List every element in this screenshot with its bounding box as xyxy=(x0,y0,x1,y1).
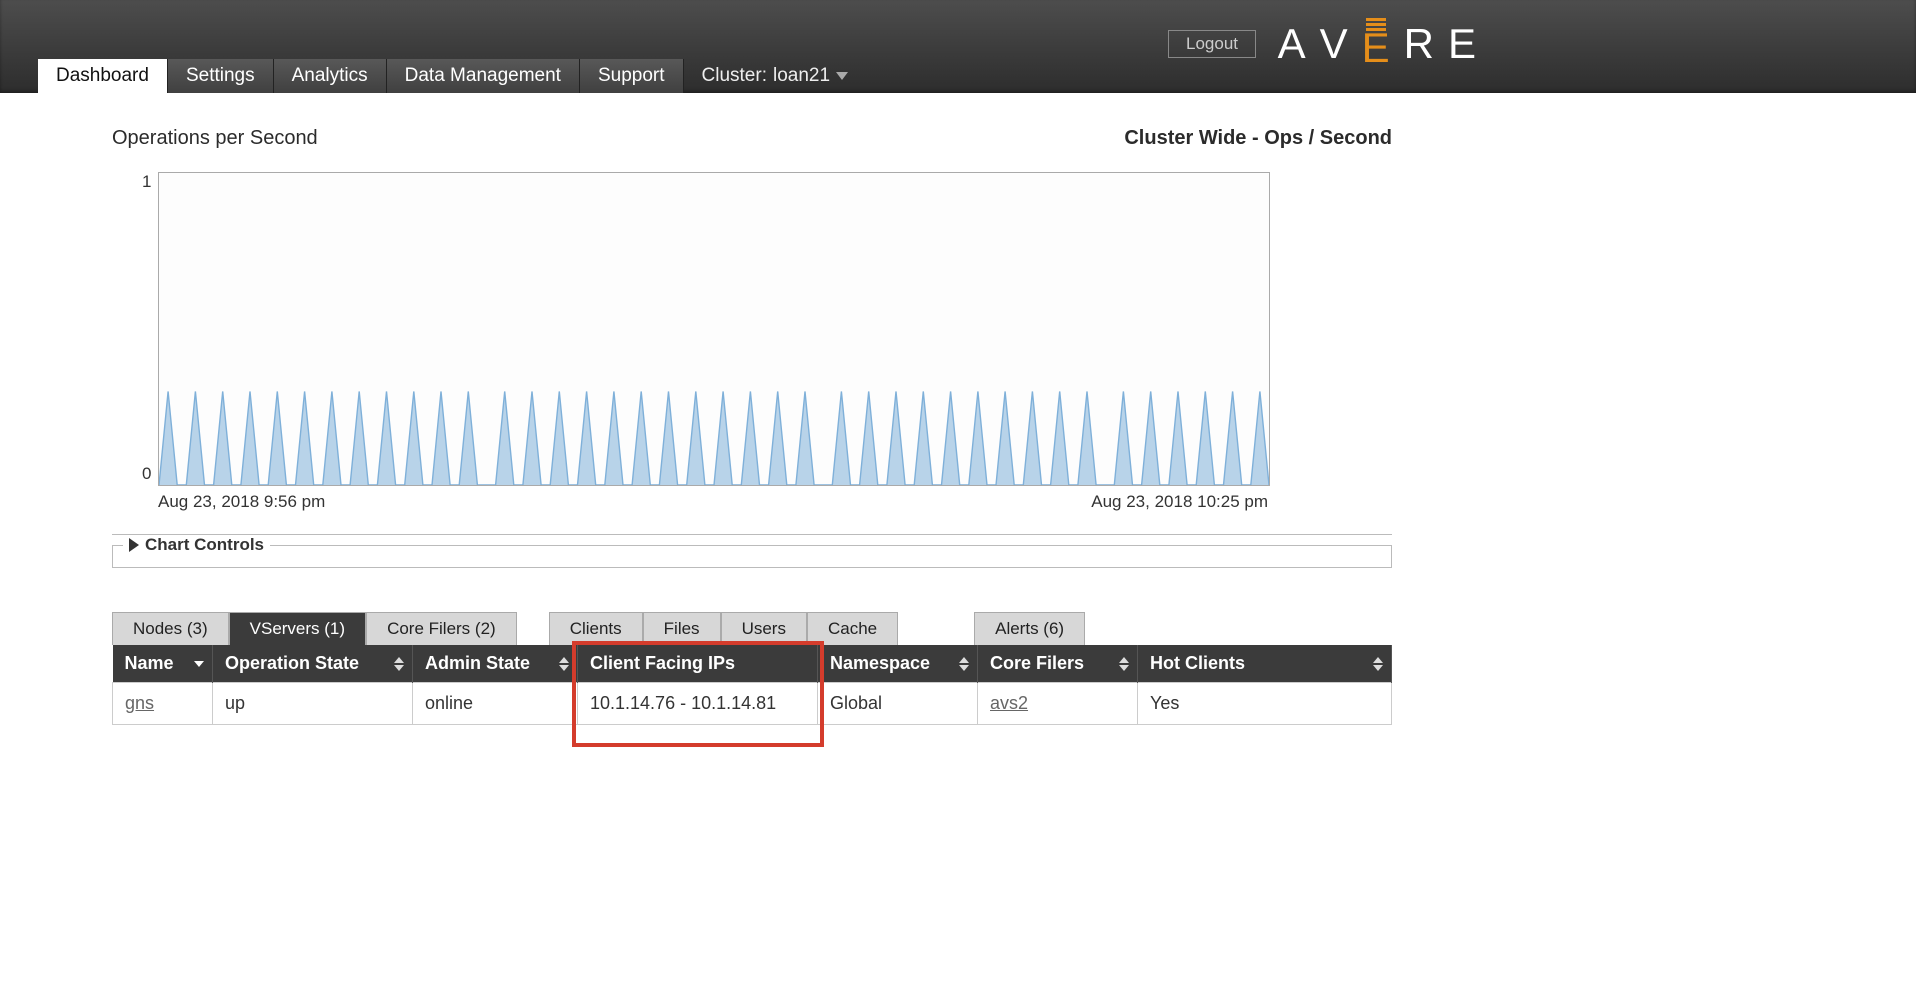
cell-admin-state: online xyxy=(413,683,578,725)
tab-dashboard[interactable]: Dashboard xyxy=(38,59,168,93)
chart-area[interactable] xyxy=(158,172,1270,486)
brand-logo: A V E R E xyxy=(1278,18,1476,69)
x-tick-end: Aug 23, 2018 10:25 pm xyxy=(1091,492,1268,512)
sort-icon xyxy=(959,657,969,671)
chart-x-labels: Aug 23, 2018 9:56 pm Aug 23, 2018 10:25 … xyxy=(158,486,1268,512)
chart-frame: 1 0 Aug 23, 2018 9:56 pm Aug 23, 2018 10… xyxy=(112,172,1392,512)
tab-settings[interactable]: Settings xyxy=(168,59,274,93)
vserver-name-link[interactable]: gns xyxy=(125,693,154,713)
logo-letter-v: V xyxy=(1320,20,1348,68)
cell-hot-clients: Yes xyxy=(1138,683,1392,725)
tab-analytics[interactable]: Analytics xyxy=(274,59,387,93)
subtab-group-misc: Clients Files Users Cache xyxy=(549,612,898,645)
chart-titles-row: Operations per Second Cluster Wide - Ops… xyxy=(112,127,1392,150)
chart-title-right: Cluster Wide - Ops / Second xyxy=(1124,127,1392,150)
subtab-vservers[interactable]: VServers (1) xyxy=(229,612,366,645)
subtab-clients[interactable]: Clients xyxy=(549,612,643,645)
sort-icon xyxy=(1119,657,1129,671)
subtab-files[interactable]: Files xyxy=(643,612,721,645)
subtab-cache[interactable]: Cache xyxy=(807,612,898,645)
y-tick-max: 1 xyxy=(142,172,151,192)
col-admin-state-label: Admin State xyxy=(425,653,530,673)
sort-icon xyxy=(559,657,569,671)
main-nav-tabs: Dashboard Settings Analytics Data Manage… xyxy=(38,57,866,93)
chart-controls-section: Chart Controls xyxy=(112,534,1392,568)
sort-desc-icon xyxy=(194,661,204,667)
vservers-table: Name Operation State Admin State Client … xyxy=(112,645,1392,725)
sort-icon xyxy=(1373,657,1383,671)
col-admin-state[interactable]: Admin State xyxy=(413,645,578,683)
col-op-state-label: Operation State xyxy=(225,653,359,673)
col-core-filers[interactable]: Core Filers xyxy=(978,645,1138,683)
tab-support[interactable]: Support xyxy=(580,59,684,93)
chart-controls-label: Chart Controls xyxy=(145,535,264,555)
table-row: gns up online 10.1.14.76 - 10.1.14.81 Gl… xyxy=(113,683,1392,725)
subtab-group-cluster: Nodes (3) VServers (1) Core Filers (2) xyxy=(112,612,517,645)
cell-namespace: Global xyxy=(818,683,978,725)
cell-client-ips: 10.1.14.76 - 10.1.14.81 xyxy=(578,683,818,725)
expand-right-icon xyxy=(129,538,139,552)
y-tick-min: 0 xyxy=(142,464,151,484)
sort-icon xyxy=(394,657,404,671)
col-client-ips-label: Client Facing IPs xyxy=(590,653,735,673)
col-namespace-label: Namespace xyxy=(830,653,930,673)
table-header-row: Name Operation State Admin State Client … xyxy=(113,645,1392,683)
chart-controls-toggle[interactable]: Chart Controls xyxy=(123,535,270,555)
cluster-selector[interactable]: Cluster: loan21 xyxy=(684,59,867,93)
subtab-nodes[interactable]: Nodes (3) xyxy=(112,612,229,645)
x-tick-start: Aug 23, 2018 9:56 pm xyxy=(158,492,325,512)
logo-letter-r: R xyxy=(1404,20,1434,68)
col-hot-clients-label: Hot Clients xyxy=(1150,653,1245,673)
subtab-alerts[interactable]: Alerts (6) xyxy=(974,612,1085,645)
subtabs-row: Nodes (3) VServers (1) Core Filers (2) C… xyxy=(112,612,1392,645)
col-core-filers-label: Core Filers xyxy=(990,653,1084,673)
dashboard-content: Operations per Second Cluster Wide - Ops… xyxy=(0,93,1412,725)
subtab-corefilers[interactable]: Core Filers (2) xyxy=(366,612,517,645)
col-client-ips[interactable]: Client Facing IPs xyxy=(578,645,818,683)
col-name[interactable]: Name xyxy=(113,645,213,683)
chart-line-plot xyxy=(159,173,1269,485)
subtab-group-alerts: Alerts (6) xyxy=(974,612,1085,645)
cell-op-state: up xyxy=(213,683,413,725)
cluster-name: loan21 xyxy=(773,65,830,87)
col-namespace[interactable]: Namespace xyxy=(818,645,978,683)
top-banner: Logout A V E R E Dashboard Settings Anal… xyxy=(0,0,1916,93)
col-op-state[interactable]: Operation State xyxy=(213,645,413,683)
logo-letter-e-styled: E xyxy=(1362,18,1390,69)
logo-letter-a: A xyxy=(1278,20,1306,68)
logout-button[interactable]: Logout xyxy=(1168,30,1256,58)
chevron-down-icon xyxy=(836,72,848,80)
logo-letter-e2: E xyxy=(1448,20,1476,68)
vservers-table-wrapper: Name Operation State Admin State Client … xyxy=(112,645,1392,725)
tab-data-management[interactable]: Data Management xyxy=(387,59,580,93)
core-filer-link[interactable]: avs2 xyxy=(990,693,1028,713)
col-hot-clients[interactable]: Hot Clients xyxy=(1138,645,1392,683)
cluster-label-prefix: Cluster: xyxy=(702,65,767,87)
subtab-users[interactable]: Users xyxy=(721,612,807,645)
chart-title-left: Operations per Second xyxy=(112,127,318,150)
col-name-label: Name xyxy=(125,653,174,673)
